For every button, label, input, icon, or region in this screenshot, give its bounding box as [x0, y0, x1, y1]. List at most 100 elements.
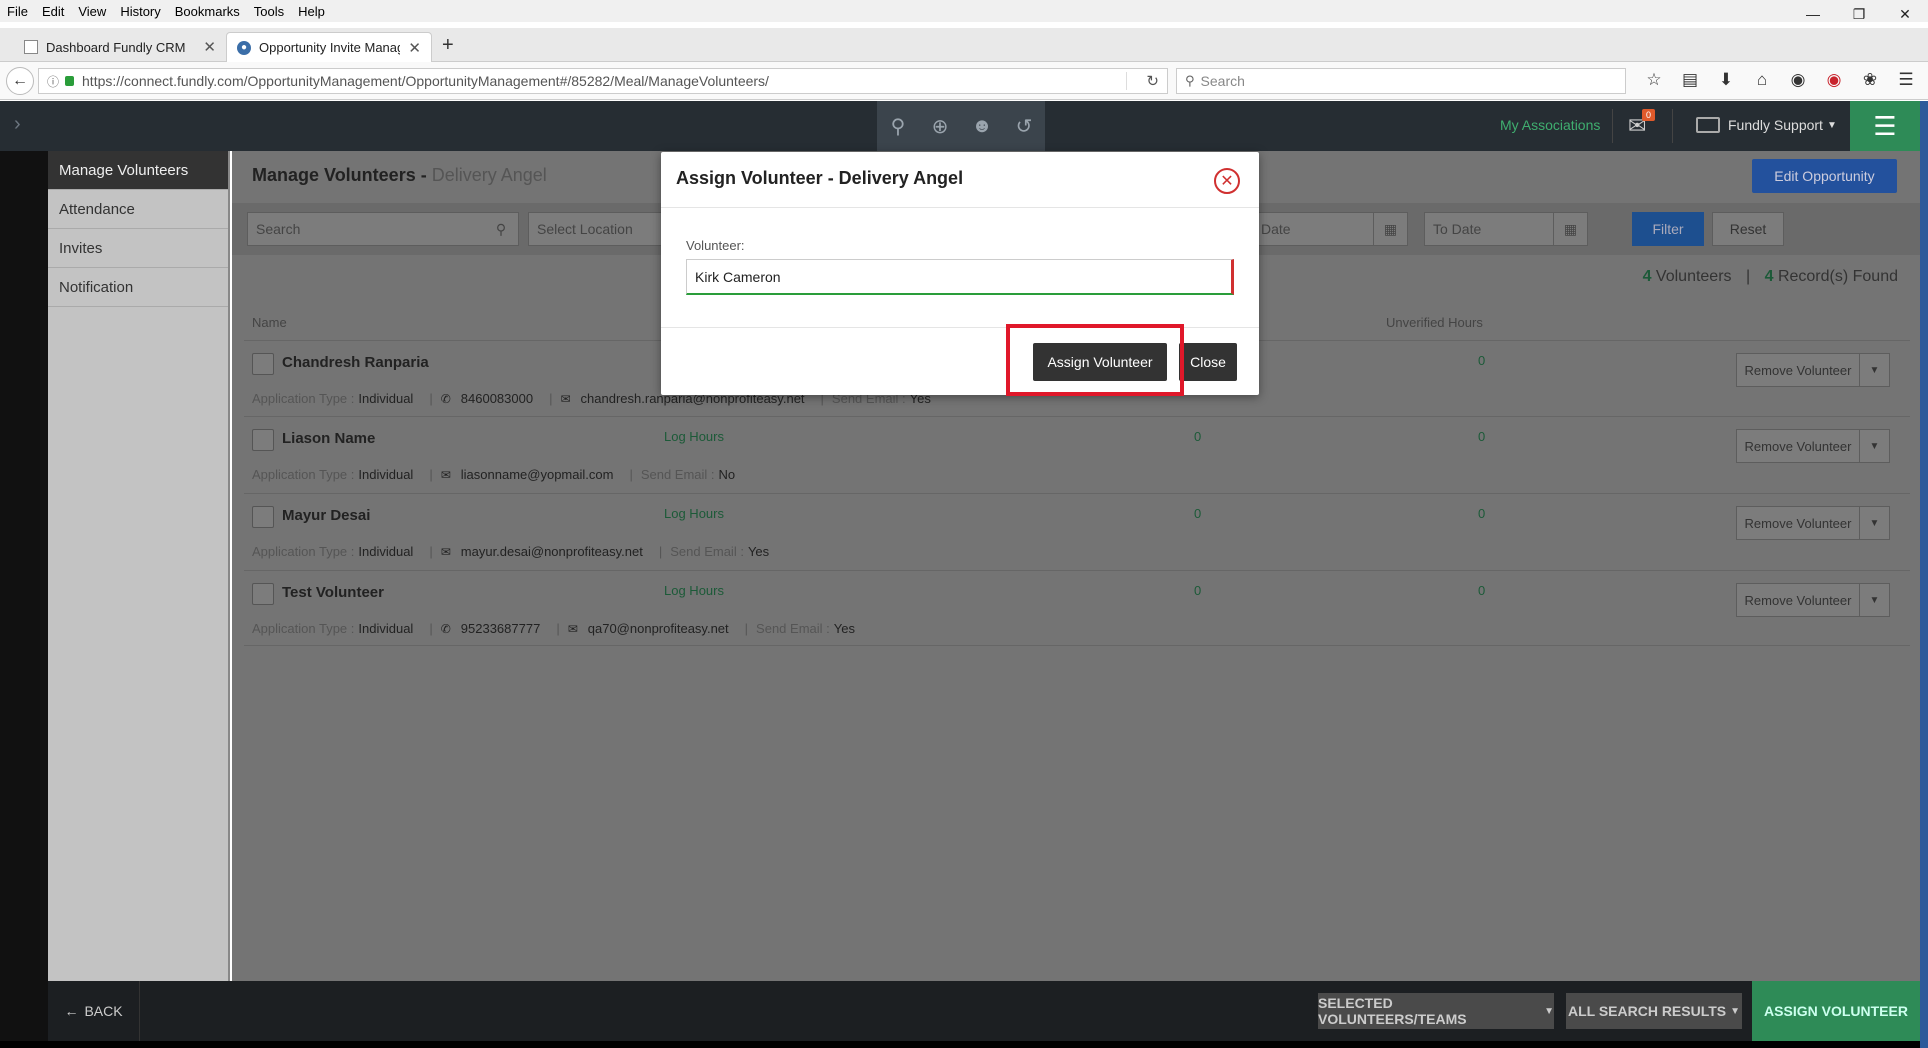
envelope-icon: ✉ — [560, 391, 571, 406]
hamburger-menu-icon[interactable]: ☰ — [1888, 70, 1924, 90]
document-icon — [24, 40, 38, 54]
row-checkbox[interactable] — [252, 506, 274, 528]
arrow-left-icon: ← — [64, 1003, 79, 1019]
left-rail — [0, 151, 48, 1048]
reload-icon[interactable]: ↻ — [1146, 72, 1159, 90]
remove-volunteer-button[interactable]: Remove Volunteer ▼ — [1736, 429, 1890, 463]
row-checkbox[interactable] — [252, 583, 274, 605]
table-row: Mayur Desai Log Hours 0 0 Application Ty… — [244, 493, 1910, 569]
assign-volunteer-bar-button[interactable]: ASSIGN VOLUNTEER — [1752, 981, 1920, 1041]
page-scrollbar[interactable] — [1920, 101, 1928, 1048]
row-checkbox[interactable] — [252, 429, 274, 451]
all-search-results-dropdown[interactable]: ALL SEARCH RESULTS ▼ — [1566, 993, 1742, 1029]
sidebar-item-manage-volunteers[interactable]: Manage Volunteers — [48, 151, 228, 190]
menu-edit[interactable]: Edit — [35, 4, 71, 19]
sidebar-item-invites[interactable]: Invites — [48, 229, 228, 268]
column-header-name: Name — [252, 315, 287, 330]
volunteer-name[interactable]: Mayur Desai — [282, 507, 370, 524]
user-menu[interactable]: Fundly Support ▼ — [1696, 117, 1837, 133]
sidebar-item-notification[interactable]: Notification — [48, 268, 228, 307]
tab-dashboard[interactable]: Dashboard Fundly CRM ✕ — [14, 32, 226, 62]
tab-opportunity[interactable]: ● Opportunity Invite Managem ✕ — [226, 32, 432, 62]
pinterest-icon[interactable]: ◉ — [1816, 70, 1852, 90]
reset-button[interactable]: Reset — [1712, 212, 1784, 246]
table-row: Test Volunteer Log Hours 0 0 Application… — [244, 570, 1910, 646]
browser-search-input[interactable]: ⚲ Search — [1176, 68, 1626, 94]
log-hours-link[interactable]: Log Hours — [664, 506, 724, 521]
row-details: Application Type : Individual | ✉ liason… — [252, 467, 736, 482]
log-hours-link[interactable]: Log Hours — [664, 429, 724, 444]
user-icon[interactable]: ☻ — [961, 101, 1003, 151]
unverified-hours: 0 — [1478, 429, 1486, 444]
search-input[interactable]: Search ⚲ — [247, 212, 519, 246]
menu-tools[interactable]: Tools — [247, 4, 291, 19]
header-quick-icons: ⚲ ⊕ ☻ ↺ — [877, 101, 1045, 151]
new-tab-icon[interactable]: + — [442, 34, 454, 57]
bottom-action-bar: ← BACK SELECTED VOLUNTEERS/TEAMS ▼ ALL S… — [48, 981, 1920, 1041]
url-bar[interactable]: ⓘ https://connect.fundly.com/Opportunity… — [38, 68, 1168, 94]
back-arrow-icon[interactable]: ← — [6, 67, 34, 95]
info-icon[interactable]: ⓘ — [47, 73, 59, 90]
volunteer-name[interactable]: Test Volunteer — [282, 584, 384, 601]
envelope-icon: ✉ — [440, 544, 451, 559]
row-checkbox[interactable] — [252, 353, 274, 375]
log-hours-link[interactable]: Log Hours — [664, 583, 724, 598]
to-date-input[interactable]: To Date ▦ — [1424, 212, 1588, 246]
remove-volunteer-button[interactable]: Remove Volunteer ▼ — [1736, 506, 1890, 540]
verified-hours: 0 — [1194, 583, 1202, 598]
back-button[interactable]: ← BACK — [48, 981, 140, 1041]
add-circle-icon[interactable]: ⊕ — [919, 101, 961, 151]
caret-down-icon[interactable]: ▼ — [1859, 354, 1889, 386]
menu-history[interactable]: History — [113, 4, 167, 19]
calendar-icon[interactable]: ▦ — [1553, 213, 1587, 245]
app-menu-icon[interactable]: ☰ — [1850, 101, 1920, 151]
search-icon: ⚲ — [1185, 73, 1195, 88]
minimize-icon[interactable]: — — [1790, 0, 1836, 28]
unverified-hours: 0 — [1478, 506, 1486, 521]
history-icon[interactable]: ↺ — [1003, 101, 1045, 151]
caret-down-icon[interactable]: ▼ — [1859, 430, 1889, 462]
from-date-input[interactable]: Date ▦ — [1252, 212, 1408, 246]
tab-close-icon[interactable]: ✕ — [203, 38, 216, 56]
bookmark-star-icon[interactable]: ☆ — [1636, 70, 1672, 90]
modal-title: Assign Volunteer - Delivery Angel — [676, 168, 964, 188]
restore-icon[interactable]: ❐ — [1836, 0, 1882, 28]
volunteer-input[interactable] — [686, 259, 1234, 295]
table-row: Liason Name Log Hours 0 0 Application Ty… — [244, 416, 1910, 492]
window-controls: — ❐ ✕ — [1790, 0, 1928, 28]
id-card-icon — [1696, 117, 1720, 133]
caret-down-icon[interactable]: ▼ — [1859, 507, 1889, 539]
volunteer-label: Volunteer: — [686, 238, 745, 253]
volunteer-name[interactable]: Chandresh Ranparia — [282, 354, 429, 371]
my-associations-link[interactable]: My Associations — [1500, 117, 1600, 133]
browser-menubar: File Edit View History Bookmarks Tools H… — [0, 0, 1928, 22]
close-button[interactable]: Close — [1179, 343, 1237, 381]
menu-view[interactable]: View — [71, 4, 113, 19]
remove-volunteer-button[interactable]: Remove Volunteer ▼ — [1736, 353, 1890, 387]
edit-opportunity-button[interactable]: Edit Opportunity — [1752, 159, 1897, 193]
chevron-right-icon[interactable]: › — [14, 113, 21, 136]
caret-down-icon: ▼ — [1544, 1005, 1554, 1017]
menu-help[interactable]: Help — [291, 4, 332, 19]
sidebar-item-attendance[interactable]: Attendance — [48, 190, 228, 229]
menu-bookmarks[interactable]: Bookmarks — [168, 4, 247, 19]
filter-button[interactable]: Filter — [1632, 212, 1704, 246]
reading-list-icon[interactable]: ▤ — [1672, 70, 1708, 90]
remove-volunteer-button[interactable]: Remove Volunteer ▼ — [1736, 583, 1890, 617]
search-icon[interactable]: ⚲ — [877, 101, 919, 151]
tab-close-icon[interactable]: ✕ — [408, 39, 421, 57]
search-icon: ⚲ — [495, 220, 507, 237]
extension-icon[interactable]: ❀ — [1852, 70, 1888, 90]
calendar-icon[interactable]: ▦ — [1373, 213, 1407, 245]
close-window-icon[interactable]: ✕ — [1882, 0, 1928, 28]
home-icon[interactable]: ⌂ — [1744, 70, 1780, 90]
volunteer-name[interactable]: Liason Name — [282, 430, 375, 447]
download-icon[interactable]: ⬇ — [1708, 70, 1744, 90]
menu-file[interactable]: File — [0, 4, 35, 19]
close-icon[interactable]: ✕ — [1214, 168, 1240, 194]
url-text: https://connect.fundly.com/OpportunityMa… — [82, 73, 769, 89]
selected-volunteers-dropdown[interactable]: SELECTED VOLUNTEERS/TEAMS ▼ — [1318, 993, 1554, 1029]
pocket-icon[interactable]: ◉ — [1780, 70, 1816, 90]
caret-down-icon[interactable]: ▼ — [1859, 584, 1889, 616]
mail-icon[interactable]: ✉ 0 — [1628, 109, 1656, 138]
